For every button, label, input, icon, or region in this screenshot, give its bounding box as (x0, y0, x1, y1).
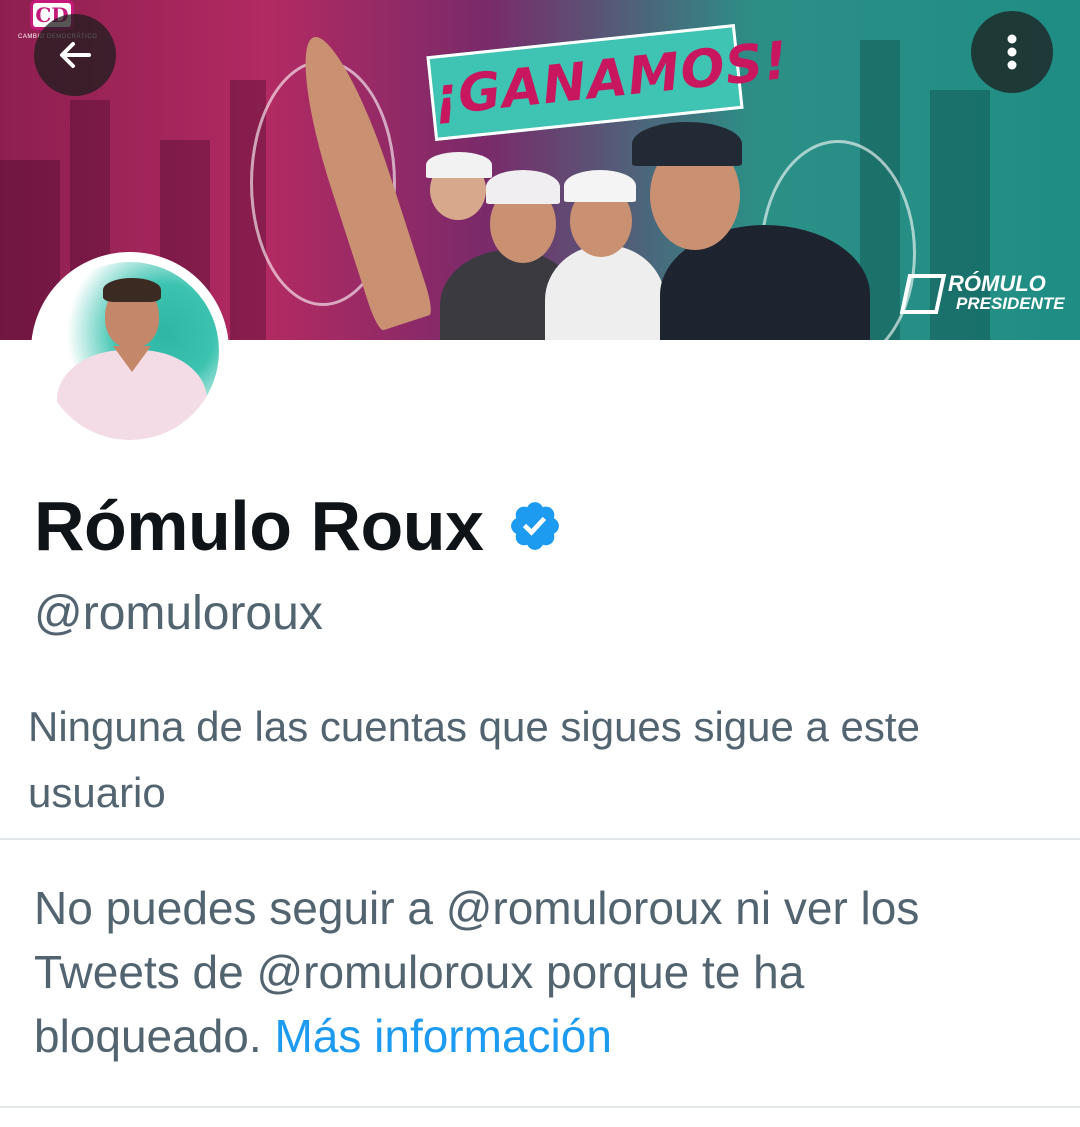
profile-avatar[interactable] (31, 252, 229, 450)
banner-figure-cap (564, 170, 636, 202)
arrow-left-icon (60, 42, 91, 68)
campaign-logo-mark (899, 274, 947, 314)
avatar-image (41, 262, 219, 440)
campaign-logo-line2: PRESIDENTE (956, 294, 1065, 313)
back-button[interactable] (34, 14, 116, 96)
banner-figure-cap (426, 152, 492, 178)
banner-figure (545, 245, 665, 340)
mutual-followers-text: Ninguna de las cuentas que sigues sigue … (28, 703, 920, 816)
campaign-logo: RÓMULO PRESIDENTE (899, 271, 1065, 318)
profile-handle: @romuloroux (34, 587, 323, 640)
more-vertical-icon (1007, 34, 1017, 70)
divider (0, 1106, 1080, 1108)
divider (0, 838, 1080, 840)
blocked-notice: No puedes seguir a @romuloroux ni ver lo… (34, 876, 1044, 1068)
avatar-hair (103, 278, 161, 302)
banner-figure-cap (632, 122, 742, 166)
learn-more-link[interactable]: Más información (274, 1010, 611, 1062)
campaign-logo-line1: RÓMULO (948, 271, 1046, 296)
verified-badge-icon[interactable] (507, 498, 563, 554)
profile-name: Rómulo Roux (34, 487, 484, 565)
profile-name-row: Rómulo Roux (34, 487, 563, 565)
more-options-button[interactable] (971, 11, 1053, 93)
banner-figure-cap (486, 170, 560, 204)
